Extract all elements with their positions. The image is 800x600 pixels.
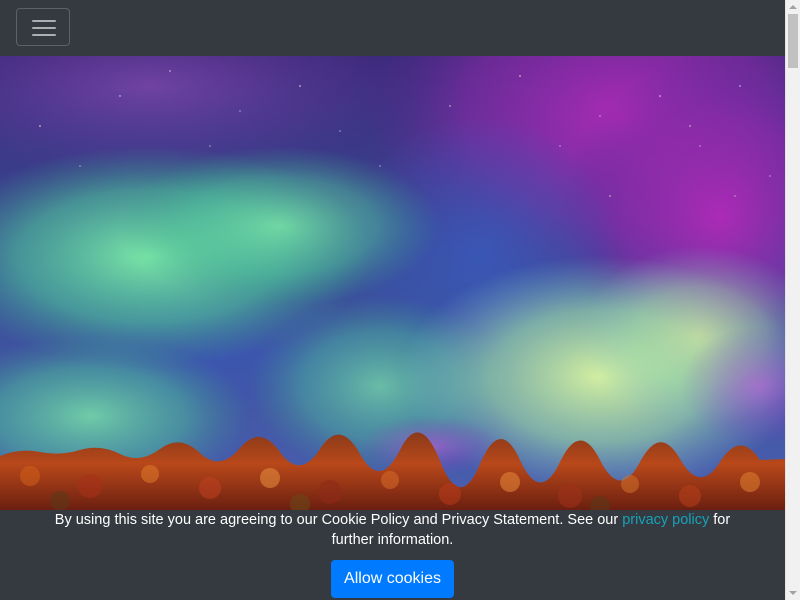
page-viewport: By using this site you are agreeing to o… [0,0,800,600]
hero-image [0,56,785,511]
top-navbar [0,0,785,56]
cookie-text-before-link: By using this site you are agreeing to o… [54,512,623,528]
scroll-down-arrow-icon[interactable] [789,591,797,595]
hamburger-menu-icon [32,20,56,22]
vertical-scrollbar[interactable] [785,0,800,600]
cookie-consent-message: By using this site you are agreeing to o… [40,510,745,550]
scrollbar-thumb[interactable] [788,14,798,68]
hamburger-menu-icon-bar [32,34,56,36]
aurora-image [0,56,785,511]
navbar-toggler-button[interactable] [16,8,70,46]
privacy-policy-link[interactable]: privacy policy [622,512,709,528]
hamburger-menu-icon-bar [32,27,56,29]
cookie-consent-banner: By using this site you are agreeing to o… [0,510,785,600]
scroll-up-arrow-icon[interactable] [789,5,797,9]
allow-cookies-button[interactable]: Allow cookies [331,560,454,598]
